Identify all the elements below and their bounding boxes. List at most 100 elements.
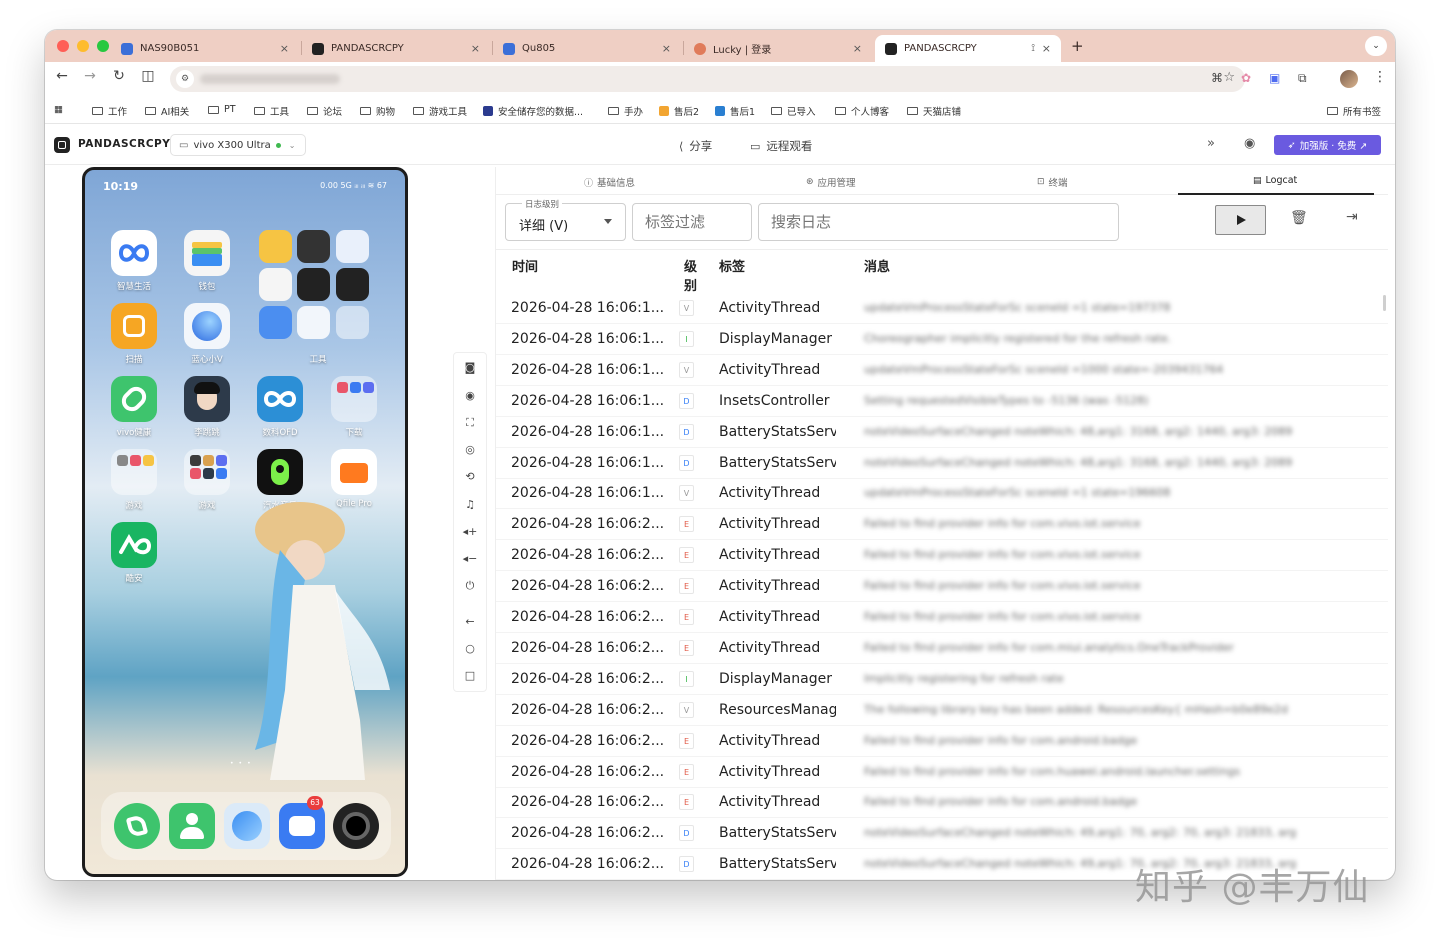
log-row[interactable]: 2026-04-28 16:06:2... E ActivityThread Fail… — [496, 757, 1388, 788]
tab-terminal[interactable]: ⊡ 终端 — [1037, 175, 1068, 189]
bookmark-star-icon[interactable]: ☆ — [1223, 70, 1235, 85]
screen-off-eye-icon[interactable]: ◎ — [454, 443, 486, 456]
recorder-app-icon[interactable] — [336, 268, 369, 301]
log-row[interactable]: 2026-04-28 16:06:1... D BatteryStatsServi.… — [496, 448, 1388, 479]
log-search-input[interactable] — [758, 203, 1119, 241]
pro-version-button[interactable]: ➶ 加强版 · 免费 ↗ — [1274, 135, 1381, 155]
tools-folder[interactable] — [259, 230, 381, 348]
notification-bell-icon[interactable]: ♫ — [454, 498, 486, 511]
share-button[interactable]: ⟨ 分享 — [679, 138, 712, 154]
start-logcat-button[interactable] — [1215, 205, 1266, 235]
browser-app-icon[interactable] — [224, 803, 270, 849]
mail-app-icon[interactable] — [259, 306, 292, 339]
tab-search-icon[interactable]: ⌄ — [1365, 36, 1387, 56]
tab-close-icon[interactable]: × — [662, 42, 671, 55]
blue-heart-v-app-icon[interactable] — [184, 303, 230, 349]
tab-close-icon[interactable]: × — [280, 42, 289, 55]
qfile-pro-app-icon[interactable] — [331, 449, 377, 495]
notes-app-icon[interactable] — [259, 230, 292, 263]
bookmark-folder[interactable]: 个人博客 — [835, 104, 889, 118]
zoom-window-button[interactable] — [97, 40, 109, 52]
bookmark-folder[interactable]: 手办 — [608, 104, 643, 118]
tab-logcat[interactable]: ▤ Logcat — [1253, 175, 1297, 186]
close-window-button[interactable] — [57, 40, 69, 52]
browser-menu-icon[interactable]: ⋮ — [1373, 69, 1387, 85]
recents-nav-icon[interactable]: □ — [454, 669, 486, 682]
export-logs-icon[interactable]: ⇥ — [1346, 209, 1358, 225]
bookmark-folder[interactable]: 购物 — [360, 104, 395, 118]
log-row[interactable]: 2026-04-28 16:06:2... E ActivityThread Fail… — [496, 633, 1388, 664]
phone-call-app-icon[interactable] — [114, 803, 160, 849]
device-selector[interactable]: ▭ vivo X300 Ultra ⌄ — [170, 134, 306, 156]
smart-life-app-icon[interactable] — [111, 230, 157, 276]
li-tiaotiao-app-icon[interactable] — [184, 376, 230, 422]
tag-filter-input[interactable] — [632, 203, 752, 241]
log-row[interactable]: 2026-04-28 16:06:2... E ActivityThread Fail… — [496, 602, 1388, 633]
log-row[interactable]: 2026-04-28 16:06:2... D BatteryStatsServi.… — [496, 818, 1388, 850]
bookmark-folder[interactable]: 工作 — [92, 104, 127, 118]
github-icon[interactable]: ◉ — [1244, 136, 1255, 151]
extensions-puzzle-icon[interactable]: ⧉ — [1298, 71, 1307, 86]
scan-app-icon[interactable] — [111, 303, 157, 349]
extension-icon[interactable]: ▣ — [1269, 71, 1280, 85]
back-nav-icon[interactable]: ← — [454, 615, 486, 628]
address-bar[interactable]: ⚙ ☆ — [170, 66, 1245, 92]
bookmark-folder[interactable]: 游戏工具 — [413, 104, 467, 118]
home-nav-icon[interactable]: ○ — [454, 642, 486, 655]
log-row[interactable]: 2026-04-28 16:06:1... D BatteryStatsServi.… — [496, 417, 1388, 448]
screenshot-icon[interactable]: ◙ — [454, 361, 486, 374]
bookmark-site[interactable]: 售后1 — [715, 104, 755, 118]
games-folder[interactable] — [111, 449, 157, 495]
extension-icon[interactable]: ✿ — [1241, 71, 1251, 85]
bookmark-folder[interactable]: 工具 — [254, 104, 289, 118]
tab-basic-info[interactable]: ⓘ 基础信息 — [584, 175, 635, 189]
remote-view-button[interactable]: ▭ 远程观看 — [750, 138, 812, 154]
clear-logs-trash-icon[interactable]: 🗑 — [1290, 210, 1308, 226]
phone-mirror-screen[interactable]: 10:19 0.00 5G ᵢₗₗ ᵢₗₗ ≋ 67 智慧生活 钱包 工具 扫描… — [82, 167, 408, 877]
camera-app-icon[interactable] — [333, 803, 379, 849]
record-icon[interactable]: ◉ — [454, 389, 486, 402]
log-row[interactable]: 2026-04-28 16:06:2... I DisplayManager Impl… — [496, 664, 1388, 695]
log-row[interactable]: 2026-04-28 16:06:2... E ActivityThread Fail… — [496, 571, 1388, 603]
back-arrow-icon[interactable]: ← — [51, 68, 73, 84]
bookmark-folder[interactable]: PT — [208, 104, 236, 115]
log-row[interactable]: 2026-04-28 16:06:2... E ActivityThread Fail… — [496, 509, 1388, 541]
tab-close-icon[interactable]: × — [853, 42, 862, 55]
coolapk-app-icon[interactable] — [111, 522, 157, 568]
all-bookmarks-folder[interactable]: 所有书签 — [1327, 104, 1381, 118]
site-info-icon[interactable]: ⚙ — [176, 70, 194, 88]
tab-close-icon[interactable]: × — [1042, 42, 1051, 55]
vivo-health-app-icon[interactable] — [111, 376, 157, 422]
bookmark-folder[interactable]: 已导入 — [771, 104, 816, 118]
volume-down-icon[interactable]: ◂− — [454, 552, 486, 565]
forward-arrow-icon[interactable]: → — [79, 68, 101, 84]
games-folder[interactable] — [184, 449, 230, 495]
bookmark-site[interactable]: 安全储存您的数据... — [483, 104, 583, 118]
settings-app-icon[interactable] — [297, 268, 330, 301]
fullscreen-icon[interactable]: ⛶ — [454, 416, 486, 430]
collapse-icon[interactable]: » — [1207, 136, 1215, 151]
log-row[interactable]: 2026-04-28 16:06:2... E ActivityThread Fail… — [496, 540, 1388, 572]
calculator-app-icon[interactable] — [297, 230, 330, 263]
wallet-app-icon[interactable] — [184, 230, 230, 276]
log-row[interactable]: 2026-04-28 16:06:1... V ActivityThread upda… — [496, 478, 1388, 510]
contacts-app-icon[interactable] — [169, 803, 215, 849]
tab-close-icon[interactable]: × — [471, 42, 480, 55]
split-view-icon[interactable]: ◫ — [137, 68, 159, 84]
browser-tab[interactable]: NAS90B051 × — [111, 35, 299, 62]
bookmark-folder[interactable]: 天猫店铺 — [907, 104, 961, 118]
compass-app-icon[interactable] — [259, 268, 292, 301]
qishui-music-app-icon[interactable] — [257, 449, 303, 495]
reload-icon[interactable]: ↻ — [108, 68, 130, 84]
tab-app-management[interactable]: ⊛ 应用管理 — [806, 175, 856, 189]
vivo-app-icon[interactable] — [336, 230, 369, 263]
log-row[interactable]: 2026-04-28 16:06:1... D InsetsController Se… — [496, 386, 1388, 417]
log-row[interactable]: 2026-04-28 16:06:2... V ResourcesManag... T… — [496, 695, 1388, 726]
bookmark-site[interactable]: 售后2 — [659, 104, 699, 118]
log-table-body[interactable]: 2026-04-28 16:06:1... V ActivityThread upda… — [496, 293, 1388, 880]
log-row[interactable]: 2026-04-28 16:06:1... V ActivityThread upda… — [496, 355, 1388, 386]
volume-up-icon[interactable]: ◂+ — [454, 525, 486, 538]
new-tab-button[interactable]: + — [1071, 37, 1084, 55]
browser-tab-active[interactable]: PANDASCRCPY ⟟ × — [875, 35, 1061, 62]
browser-tab[interactable]: Lucky | 登录 × — [684, 35, 872, 62]
